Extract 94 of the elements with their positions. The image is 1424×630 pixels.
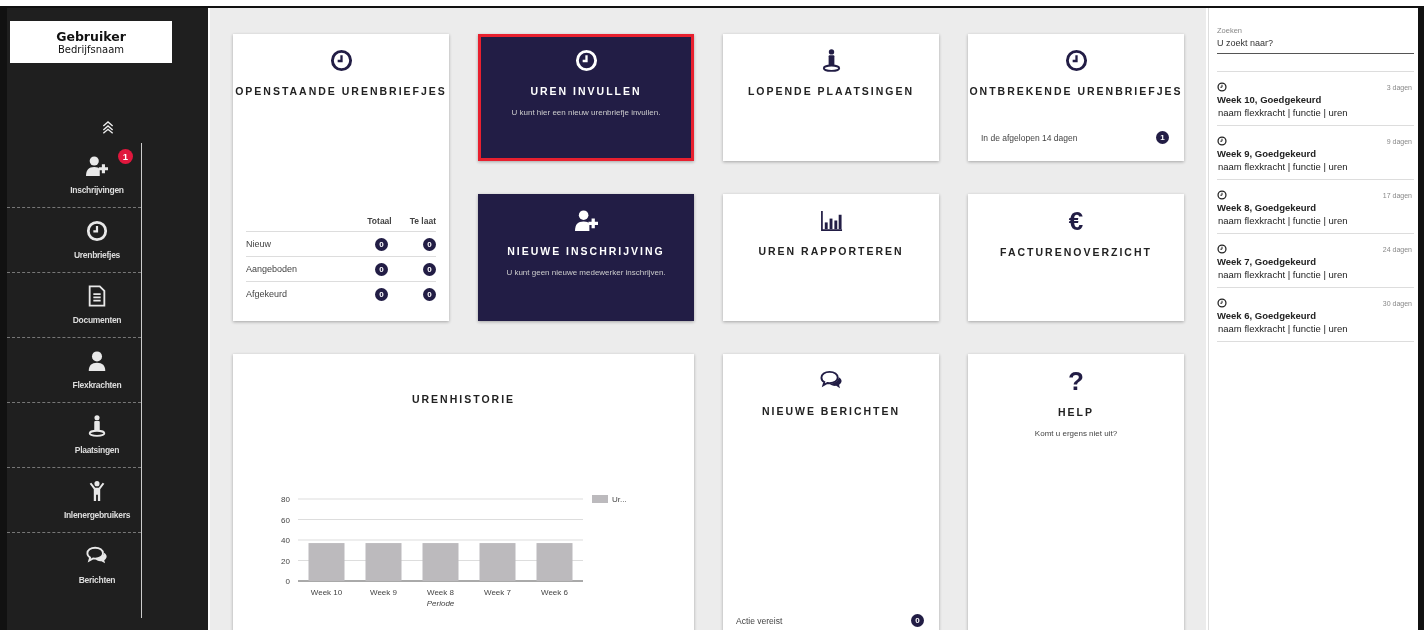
tile-title: FACTURENOVERZICHT [1000,246,1152,258]
legend-label: Ur... [612,495,627,504]
clock-icon [1064,49,1088,72]
clock-icon [574,49,598,72]
bar [308,543,345,581]
count-badge: 0 [423,237,436,251]
count-label: Actie vereist [736,615,783,626]
clock-icon [1217,136,1227,146]
tile-icon: € [1068,209,1084,233]
count-badge: 0 [375,237,388,251]
y-tick-label: 0 [285,577,290,586]
bar [536,543,573,581]
y-tick-label: 20 [281,556,290,566]
sidebar-item[interactable]: Plaatsingen [7,403,141,468]
x-tick-label: Week 8 [427,588,454,597]
tile-title: ONTBREKENDE URENBRIEFJES [969,85,1183,97]
tile-title: UREN RAPPORTEREN [758,245,904,257]
user-add-icon [86,155,108,177]
sidebar-item[interactable]: Documenten [7,273,141,338]
company-name: Bedrijfsnaam [57,44,125,55]
clock-icon [329,49,353,72]
item-title: Week 7, Goedgekeurd [1217,256,1318,267]
x-tick-label: Week 7 [484,588,511,597]
bar [479,543,516,581]
search-field[interactable]: U zoekt naar? [1217,38,1414,54]
dashboard-tile[interactable]: ? HELP Komt u ergens niet uit? [968,354,1184,630]
item-detail: naam flexkracht | functie | uren [1217,215,1349,226]
sidebar-item[interactable]: Inlenergebruikers [7,468,141,533]
x-tick-label: Week 6 [541,588,568,597]
bar-chart-icon [819,209,843,232]
count-badge: 1 [1156,131,1169,144]
tile-title: NIEUWE INSCHRIJVING [507,245,665,257]
bar [422,543,459,581]
dashboard-tile[interactable]: LOPENDE PLAATSINGEN [723,34,939,161]
tile-title: HELP [1058,406,1094,418]
tile-subtitle: Komt u ergens niet uit? [1034,429,1118,438]
clock-icon [1217,244,1227,254]
tile-title: URENHISTORIE [411,393,516,405]
tile-subtitle: U kunt geen nieuwe medewerker inschrijven. [506,268,666,277]
count-badge: 0 [375,287,388,301]
dashboard-tile[interactable]: NIEUWE INSCHRIJVING U kunt geen nieuwe medewerker inschrijven. [478,194,694,321]
row-label: Aangeboden [246,264,299,274]
tile-title: LOPENDE PLAATSINGEN [747,85,915,97]
tile-icon: ? [1068,369,1084,393]
clock-icon [86,220,108,242]
dashboard-tile[interactable]: UREN INVULLEN U kunt hier een nieuw urenbriefje invullen. [478,34,694,161]
person-on-spot-icon [86,415,108,437]
column-header: Te laat [409,216,436,226]
count-badge: 0 [423,287,436,301]
notification-badge: 1 [118,149,133,164]
dashboard-tile[interactable]: NIEUWE BERICHTEN Actie vereist 0 [723,354,939,630]
clock-icon [1217,190,1227,200]
clock-icon [1217,298,1227,308]
count-badge: 0 [911,614,924,627]
sidebar-item[interactable]: Inschrijvingen 1 [7,143,141,208]
x-tick-label: Week 10 [310,588,343,597]
count-badge: 0 [423,262,436,276]
item-title: Week 6, Goedgekeurd [1217,310,1318,321]
tile-title: NIEUWE BERICHTEN [761,405,901,417]
dashboard-tile[interactable]: ONTBREKENDE URENBRIEFJES In de afgelopen 14 dagen 1 [968,34,1184,161]
tile-subtitle: U kunt hier een nieuw urenbriefje invullen. [511,108,661,117]
row-label: Afgekeurd [246,289,289,299]
dashboard-tile[interactable]: € FACTURENOVERZICHT [968,194,1184,321]
clock-icon [1217,82,1227,92]
dashboard-tile[interactable]: URENHISTORIE 0 20 40 60 80 Week 10 Week 9 Week 8 Week 7 Week 6 Periode Ur... [233,354,694,630]
item-detail: naam flexkracht | functie | uren [1217,323,1349,334]
user-add-icon [574,209,598,232]
x-tick-label: Week 9 [370,588,397,597]
dashboard-tile[interactable]: OPENSTAANDE URENBRIEFJES Totaal Te laat Nieuw 0 0 Aangeboden 0 0 Afgekeurd 0 0 [233,34,449,321]
item-title: Week 10, Goedgekeurd [1217,94,1323,105]
item-title: Week 8, Goedgekeurd [1217,202,1318,213]
bar [365,543,402,581]
y-tick-label: 60 [281,515,290,525]
document-icon [86,285,108,307]
count-label: In de afgelopen 14 dagen [981,132,1078,143]
count-badge: 0 [375,262,388,276]
item-detail: naam flexkracht | functie | uren [1217,161,1349,172]
item-title: Week 9, Goedgekeurd [1217,148,1318,159]
sidebar-item[interactable]: Berichten [7,533,141,597]
sidebar-item[interactable]: Urenbriefjes [7,208,141,273]
person-icon [86,350,108,372]
dashboard-tile[interactable]: UREN RAPPORTEREN [723,194,939,321]
item-detail: naam flexkracht | functie | uren [1217,269,1349,280]
y-tick-label: 80 [281,495,290,504]
column-header: Totaal [367,216,392,226]
item-detail: naam flexkracht | functie | uren [1217,107,1349,118]
legend-swatch [592,495,608,503]
row-label: Nieuw [246,239,272,249]
user-name: Gebruiker [56,29,126,44]
x-axis-title: Periode [426,599,455,608]
tile-title: OPENSTAANDE URENBRIEFJES [235,85,447,97]
sidebar-item[interactable]: Flexkrachten [7,338,141,403]
tile-title: UREN INVULLEN [530,85,642,97]
y-tick-label: 40 [281,536,290,545]
